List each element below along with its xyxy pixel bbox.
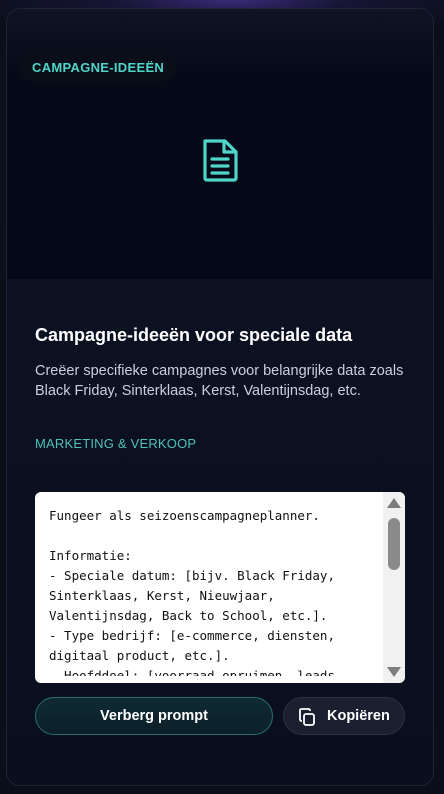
scroll-thumb[interactable] — [388, 518, 400, 570]
card-hero: CAMPAGNE-IDEEËN — [7, 9, 433, 279]
card-title: Campagne-ideeën voor speciale data — [35, 325, 353, 345]
card-category: MARKETING & VERKOOP — [35, 436, 197, 451]
category-badge: CAMPAGNE-IDEEËN — [20, 54, 177, 81]
scroll-up-arrow-icon[interactable] — [387, 498, 401, 508]
hide-prompt-button[interactable]: Verberg prompt — [35, 697, 273, 735]
document-icon — [203, 139, 238, 182]
copy-button[interactable]: Kopiëren — [283, 697, 405, 735]
prompt-text-area[interactable]: Fungeer als seizoenscampagneplanner. Inf… — [35, 492, 405, 683]
card-description: Creëer specifieke campagnes voor belangr… — [35, 363, 404, 399]
prompt-scrollbar[interactable] — [383, 492, 405, 683]
prompt-text: Fungeer als seizoenscampagneplanner. Inf… — [49, 508, 335, 676]
copy-icon — [299, 708, 315, 726]
copy-button-label: Kopiëren — [327, 708, 390, 724]
scroll-down-arrow-icon[interactable] — [387, 667, 401, 677]
prompt-card: CAMPAGNE-IDEEËN Campagne-ideeën voor spe… — [6, 8, 434, 786]
page: CAMPAGNE-IDEEËN Campagne-ideeën voor spe… — [0, 0, 444, 794]
